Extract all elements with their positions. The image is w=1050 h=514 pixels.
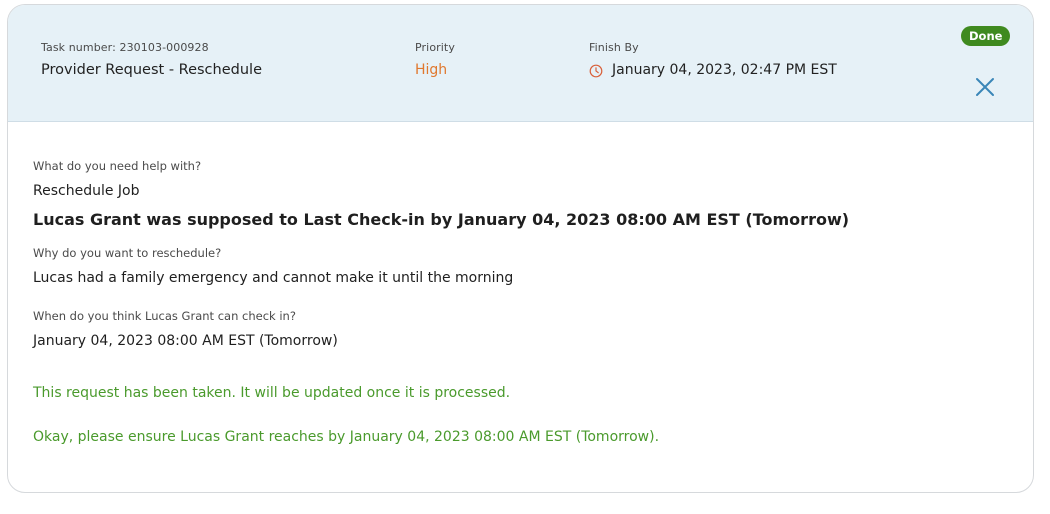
confirmation-message: Okay, please ensure Lucas Grant reaches … <box>33 429 660 445</box>
task-card: Task number: 230103-000928 Provider Requ… <box>7 4 1034 493</box>
help-answer: Reschedule Job <box>33 183 140 199</box>
finish-by-row: January 04, 2023, 02:47 PM EST <box>589 62 837 78</box>
finish-by-info: Finish By January 04, 2023, 02:47 PM EST <box>589 41 837 78</box>
task-info: Task number: 230103-000928 Provider Requ… <box>41 41 262 78</box>
reason-answer: Lucas had a family emergency and cannot … <box>33 270 514 286</box>
checkin-question-label: When do you think Lucas Grant can check … <box>33 309 296 323</box>
close-icon[interactable] <box>974 76 996 98</box>
priority-info: Priority High <box>415 41 455 78</box>
priority-label: Priority <box>415 41 455 54</box>
close-button[interactable] <box>974 76 996 98</box>
finish-by-label: Finish By <box>589 41 639 54</box>
status-badge: Done <box>961 26 1011 46</box>
task-title: Provider Request - Reschedule <box>41 62 262 78</box>
clock-icon <box>589 63 603 78</box>
request-taken-message: This request has been taken. It will be … <box>33 385 511 401</box>
schedule-statement: Lucas Grant was supposed to Last Check-i… <box>33 210 850 229</box>
task-header: Task number: 230103-000928 Provider Requ… <box>8 5 1033 122</box>
reason-question-label: Why do you want to reschedule? <box>33 246 222 260</box>
help-question-label: What do you need help with? <box>33 159 202 173</box>
finish-by-value: January 04, 2023, 02:47 PM EST <box>612 62 837 78</box>
task-number: Task number: 230103-000928 <box>41 41 209 54</box>
priority-value: High <box>415 62 448 78</box>
checkin-answer: January 04, 2023 08:00 AM EST (Tomorrow) <box>33 333 338 349</box>
